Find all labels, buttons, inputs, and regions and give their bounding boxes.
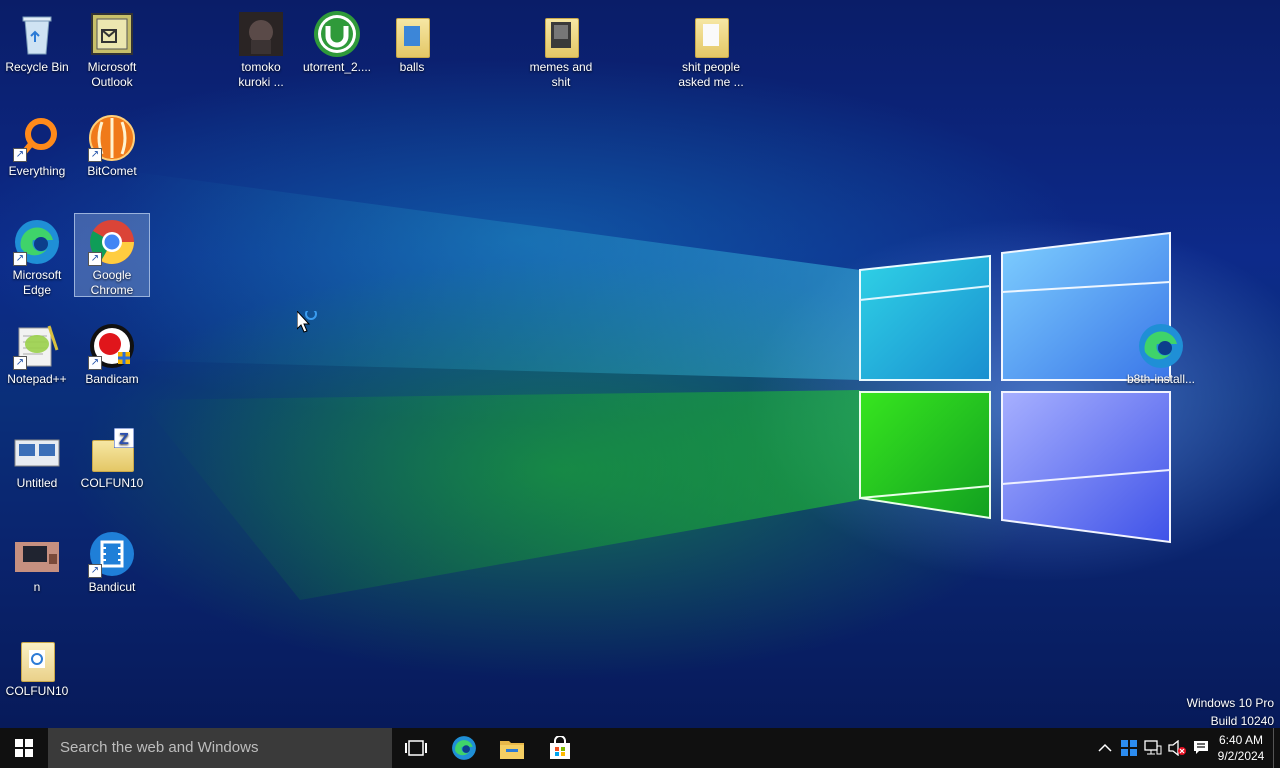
windows-logo-wallpaper: [120, 170, 1171, 600]
icon-label: BitComet: [87, 164, 137, 178]
colfun10-folder[interactable]: COLFUN10: [0, 630, 74, 699]
taskbar-file-explorer-button[interactable]: [488, 728, 536, 768]
icon-label: Google Chrome: [90, 268, 134, 297]
action-center-icon[interactable]: [1189, 728, 1213, 768]
edge-installer-file[interactable]: b8th-install...: [1124, 318, 1198, 387]
image-thumbnail-icon: [13, 530, 61, 578]
icon-label: utorrent_2....: [302, 60, 372, 74]
notepad-plus-plus-shortcut[interactable]: ↗ Notepad++: [0, 318, 74, 387]
icon-label: b8th-install...: [1126, 372, 1196, 386]
folder-icon: [13, 634, 61, 682]
google-chrome-shortcut[interactable]: ↗ Google Chrome: [74, 213, 150, 297]
start-button[interactable]: [0, 728, 48, 768]
windows-version-watermark: Windows 10 Pro Build 10240: [1187, 694, 1274, 728]
folder-icon: [388, 10, 436, 58]
untitled-file[interactable]: Untitled: [0, 422, 74, 491]
icon-label: Microsoft Outlook: [87, 60, 137, 89]
everything-shortcut[interactable]: ↗ Everything: [0, 110, 74, 179]
watermark-edition: Windows 10 Pro: [1186, 696, 1274, 710]
n-file[interactable]: n: [0, 526, 74, 595]
volume-muted-icon[interactable]: [1165, 728, 1189, 768]
bitcomet-shortcut[interactable]: ↗ BitComet: [75, 110, 149, 179]
chrome-icon: ↗: [88, 218, 136, 266]
utorrent-icon: [313, 10, 361, 58]
icon-label: COLFUN10: [80, 476, 144, 490]
icon-label: shit people asked me ...: [678, 60, 744, 89]
icon-label: n: [33, 580, 41, 594]
bandicut-icon: ↗: [88, 530, 136, 578]
tray-app-grid-icon[interactable]: [1117, 728, 1141, 768]
icon-label: Untitled: [16, 476, 58, 490]
archive-folder-icon: Z: [88, 426, 136, 474]
taskbar-store-button[interactable]: [536, 728, 584, 768]
taskbar-clock[interactable]: 6:40 AM 9/2/2024: [1213, 732, 1269, 764]
icon-label: Bandicut: [88, 580, 136, 594]
icon-label: Recycle Bin: [5, 60, 69, 74]
taskbar: Search the web and Windows 6:40 AM 9/2/2…: [0, 728, 1280, 768]
task-view-button[interactable]: [392, 728, 440, 768]
folder-balls[interactable]: balls: [375, 6, 449, 75]
show-hidden-icons-chevron-icon[interactable]: [1093, 728, 1117, 768]
store-bag-icon: [550, 736, 570, 759]
svg-text:Z: Z: [119, 431, 129, 448]
bandicut-shortcut[interactable]: ↗ Bandicut: [75, 526, 149, 595]
folder-shit-people-asked[interactable]: shit people asked me ...: [674, 6, 748, 90]
icon-label: Everything: [8, 164, 66, 178]
monitor-icon: [13, 426, 61, 474]
taskbar-edge-button[interactable]: [440, 728, 488, 768]
taskbar-search-box[interactable]: Search the web and Windows: [48, 728, 392, 768]
show-desktop-button[interactable]: [1273, 728, 1280, 768]
bitcomet-icon: ↗: [88, 114, 136, 162]
system-tray: 6:40 AM 9/2/2024: [1093, 728, 1280, 768]
notepad-plus-plus-icon: ↗: [13, 322, 61, 370]
tomoko-kuroki-file[interactable]: tomoko kuroki ...: [224, 6, 298, 90]
image-thumbnail-icon: [237, 10, 285, 58]
edge-icon: [452, 736, 476, 760]
icon-label: Microsoft Edge: [12, 268, 62, 297]
clock-date: 9/2/2024: [1217, 749, 1265, 763]
icon-label: Notepad++: [7, 372, 67, 386]
recycle-bin-icon: [13, 10, 61, 58]
windows-start-icon: [15, 739, 33, 757]
folder-icon: [687, 10, 735, 58]
icon-label: memes and shit: [529, 60, 593, 89]
icon-label: balls: [399, 60, 425, 74]
folder-icon: [537, 10, 585, 58]
icon-label: Bandicam: [85, 372, 139, 386]
microsoft-edge-shortcut[interactable]: ↗ Microsoft Edge: [0, 214, 74, 298]
task-view-icon: [405, 740, 427, 756]
mouse-cursor-busy-icon: [296, 308, 321, 340]
icon-label: COLFUN10: [5, 684, 69, 698]
desktop[interactable]: Recycle Bin Microsoft Outlook tomoko kur…: [0, 0, 1280, 728]
microsoft-outlook[interactable]: Microsoft Outlook: [75, 6, 149, 90]
icon-label: tomoko kuroki ...: [238, 60, 284, 89]
watermark-build: Build 10240: [1210, 714, 1274, 728]
everything-search-icon: ↗: [13, 114, 61, 162]
network-icon[interactable]: [1141, 728, 1165, 768]
edge-icon: ↗: [13, 218, 61, 266]
bandicam-shortcut[interactable]: ↗ Bandicam: [75, 318, 149, 387]
outlook-icon: [88, 10, 136, 58]
edge-icon: [1137, 322, 1185, 370]
utorrent-installer[interactable]: utorrent_2....: [300, 6, 374, 75]
file-explorer-icon: [500, 741, 524, 759]
clock-time: 6:40 AM: [1218, 733, 1264, 747]
recycle-bin[interactable]: Recycle Bin: [0, 6, 74, 75]
bandicam-icon: ↗: [88, 322, 136, 370]
colfun10-archive[interactable]: Z COLFUN10: [75, 422, 149, 491]
folder-memes[interactable]: memes and shit: [524, 6, 598, 90]
